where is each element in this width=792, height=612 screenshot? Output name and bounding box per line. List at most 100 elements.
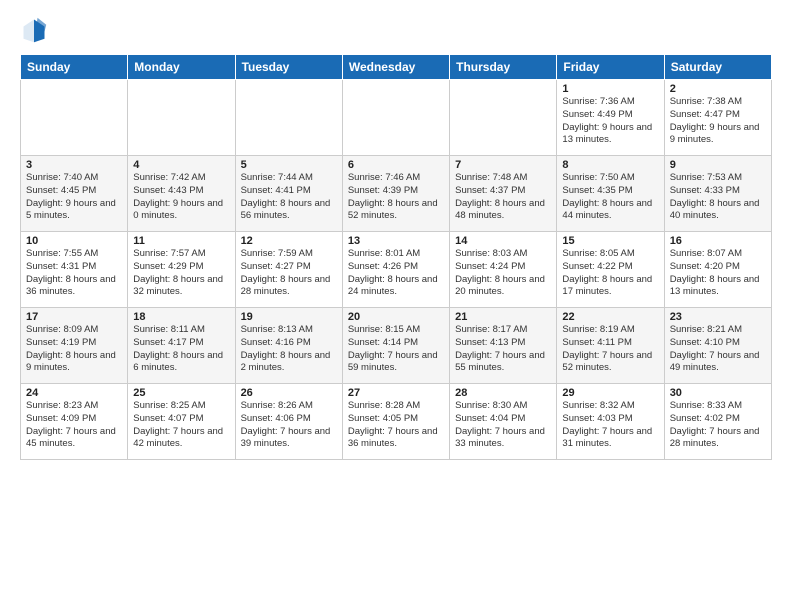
day-number: 9 [670, 159, 766, 171]
calendar-cell: 7Sunrise: 7:48 AM Sunset: 4:37 PM Daylig… [450, 156, 557, 232]
day-number: 12 [241, 235, 337, 247]
day-info: Sunrise: 7:57 AM Sunset: 4:29 PM Dayligh… [133, 248, 229, 299]
day-number: 25 [133, 387, 229, 399]
day-number: 19 [241, 311, 337, 323]
calendar-cell: 28Sunrise: 8:30 AM Sunset: 4:04 PM Dayli… [450, 384, 557, 460]
weekday-header-tuesday: Tuesday [235, 55, 342, 80]
calendar-cell: 18Sunrise: 8:11 AM Sunset: 4:17 PM Dayli… [128, 308, 235, 384]
day-info: Sunrise: 7:42 AM Sunset: 4:43 PM Dayligh… [133, 172, 229, 223]
calendar-cell: 5Sunrise: 7:44 AM Sunset: 4:41 PM Daylig… [235, 156, 342, 232]
calendar-cell [235, 80, 342, 156]
day-info: Sunrise: 8:19 AM Sunset: 4:11 PM Dayligh… [562, 324, 658, 375]
calendar-cell [450, 80, 557, 156]
day-info: Sunrise: 7:59 AM Sunset: 4:27 PM Dayligh… [241, 248, 337, 299]
day-number: 14 [455, 235, 551, 247]
calendar-cell: 10Sunrise: 7:55 AM Sunset: 4:31 PM Dayli… [21, 232, 128, 308]
weekday-header-thursday: Thursday [450, 55, 557, 80]
day-info: Sunrise: 8:17 AM Sunset: 4:13 PM Dayligh… [455, 324, 551, 375]
day-number: 13 [348, 235, 444, 247]
calendar-cell: 30Sunrise: 8:33 AM Sunset: 4:02 PM Dayli… [664, 384, 771, 460]
calendar-cell: 6Sunrise: 7:46 AM Sunset: 4:39 PM Daylig… [342, 156, 449, 232]
page: SundayMondayTuesdayWednesdayThursdayFrid… [0, 0, 792, 612]
calendar-cell [21, 80, 128, 156]
week-row-4: 17Sunrise: 8:09 AM Sunset: 4:19 PM Dayli… [21, 308, 772, 384]
calendar-cell: 8Sunrise: 7:50 AM Sunset: 4:35 PM Daylig… [557, 156, 664, 232]
week-row-1: 1Sunrise: 7:36 AM Sunset: 4:49 PM Daylig… [21, 80, 772, 156]
calendar-cell: 9Sunrise: 7:53 AM Sunset: 4:33 PM Daylig… [664, 156, 771, 232]
calendar-cell: 2Sunrise: 7:38 AM Sunset: 4:47 PM Daylig… [664, 80, 771, 156]
day-info: Sunrise: 8:30 AM Sunset: 4:04 PM Dayligh… [455, 400, 551, 451]
calendar-cell: 3Sunrise: 7:40 AM Sunset: 4:45 PM Daylig… [21, 156, 128, 232]
calendar-cell: 21Sunrise: 8:17 AM Sunset: 4:13 PM Dayli… [450, 308, 557, 384]
day-info: Sunrise: 8:13 AM Sunset: 4:16 PM Dayligh… [241, 324, 337, 375]
day-info: Sunrise: 7:36 AM Sunset: 4:49 PM Dayligh… [562, 96, 658, 147]
week-row-2: 3Sunrise: 7:40 AM Sunset: 4:45 PM Daylig… [21, 156, 772, 232]
day-number: 8 [562, 159, 658, 171]
day-number: 21 [455, 311, 551, 323]
day-number: 27 [348, 387, 444, 399]
weekday-header-wednesday: Wednesday [342, 55, 449, 80]
day-info: Sunrise: 7:46 AM Sunset: 4:39 PM Dayligh… [348, 172, 444, 223]
calendar-cell: 13Sunrise: 8:01 AM Sunset: 4:26 PM Dayli… [342, 232, 449, 308]
day-number: 18 [133, 311, 229, 323]
calendar-cell: 27Sunrise: 8:28 AM Sunset: 4:05 PM Dayli… [342, 384, 449, 460]
day-info: Sunrise: 8:05 AM Sunset: 4:22 PM Dayligh… [562, 248, 658, 299]
day-info: Sunrise: 8:11 AM Sunset: 4:17 PM Dayligh… [133, 324, 229, 375]
day-number: 24 [26, 387, 122, 399]
calendar-cell [128, 80, 235, 156]
day-info: Sunrise: 8:03 AM Sunset: 4:24 PM Dayligh… [455, 248, 551, 299]
day-info: Sunrise: 7:38 AM Sunset: 4:47 PM Dayligh… [670, 96, 766, 147]
header [20, 16, 772, 44]
day-number: 17 [26, 311, 122, 323]
day-info: Sunrise: 7:40 AM Sunset: 4:45 PM Dayligh… [26, 172, 122, 223]
day-number: 20 [348, 311, 444, 323]
calendar-cell: 14Sunrise: 8:03 AM Sunset: 4:24 PM Dayli… [450, 232, 557, 308]
day-number: 11 [133, 235, 229, 247]
day-info: Sunrise: 7:50 AM Sunset: 4:35 PM Dayligh… [562, 172, 658, 223]
day-number: 30 [670, 387, 766, 399]
day-number: 29 [562, 387, 658, 399]
calendar-cell: 4Sunrise: 7:42 AM Sunset: 4:43 PM Daylig… [128, 156, 235, 232]
day-info: Sunrise: 8:07 AM Sunset: 4:20 PM Dayligh… [670, 248, 766, 299]
weekday-header-saturday: Saturday [664, 55, 771, 80]
calendar: SundayMondayTuesdayWednesdayThursdayFrid… [20, 54, 772, 460]
logo-icon [20, 16, 48, 44]
day-info: Sunrise: 8:23 AM Sunset: 4:09 PM Dayligh… [26, 400, 122, 451]
day-number: 26 [241, 387, 337, 399]
day-info: Sunrise: 8:01 AM Sunset: 4:26 PM Dayligh… [348, 248, 444, 299]
calendar-cell: 25Sunrise: 8:25 AM Sunset: 4:07 PM Dayli… [128, 384, 235, 460]
day-number: 28 [455, 387, 551, 399]
calendar-cell: 11Sunrise: 7:57 AM Sunset: 4:29 PM Dayli… [128, 232, 235, 308]
calendar-cell: 17Sunrise: 8:09 AM Sunset: 4:19 PM Dayli… [21, 308, 128, 384]
day-number: 4 [133, 159, 229, 171]
day-number: 22 [562, 311, 658, 323]
calendar-cell: 29Sunrise: 8:32 AM Sunset: 4:03 PM Dayli… [557, 384, 664, 460]
calendar-cell: 22Sunrise: 8:19 AM Sunset: 4:11 PM Dayli… [557, 308, 664, 384]
day-info: Sunrise: 8:25 AM Sunset: 4:07 PM Dayligh… [133, 400, 229, 451]
calendar-cell: 1Sunrise: 7:36 AM Sunset: 4:49 PM Daylig… [557, 80, 664, 156]
day-number: 3 [26, 159, 122, 171]
calendar-cell: 15Sunrise: 8:05 AM Sunset: 4:22 PM Dayli… [557, 232, 664, 308]
day-info: Sunrise: 8:33 AM Sunset: 4:02 PM Dayligh… [670, 400, 766, 451]
day-info: Sunrise: 7:55 AM Sunset: 4:31 PM Dayligh… [26, 248, 122, 299]
day-number: 15 [562, 235, 658, 247]
calendar-cell: 12Sunrise: 7:59 AM Sunset: 4:27 PM Dayli… [235, 232, 342, 308]
day-number: 5 [241, 159, 337, 171]
day-number: 10 [26, 235, 122, 247]
logo [20, 16, 52, 44]
day-info: Sunrise: 8:28 AM Sunset: 4:05 PM Dayligh… [348, 400, 444, 451]
weekday-header-row: SundayMondayTuesdayWednesdayThursdayFrid… [21, 55, 772, 80]
day-info: Sunrise: 8:09 AM Sunset: 4:19 PM Dayligh… [26, 324, 122, 375]
day-info: Sunrise: 7:53 AM Sunset: 4:33 PM Dayligh… [670, 172, 766, 223]
day-number: 2 [670, 83, 766, 95]
weekday-header-monday: Monday [128, 55, 235, 80]
calendar-cell: 19Sunrise: 8:13 AM Sunset: 4:16 PM Dayli… [235, 308, 342, 384]
day-info: Sunrise: 8:15 AM Sunset: 4:14 PM Dayligh… [348, 324, 444, 375]
calendar-cell: 26Sunrise: 8:26 AM Sunset: 4:06 PM Dayli… [235, 384, 342, 460]
calendar-cell: 20Sunrise: 8:15 AM Sunset: 4:14 PM Dayli… [342, 308, 449, 384]
calendar-cell: 24Sunrise: 8:23 AM Sunset: 4:09 PM Dayli… [21, 384, 128, 460]
weekday-header-sunday: Sunday [21, 55, 128, 80]
calendar-cell: 23Sunrise: 8:21 AM Sunset: 4:10 PM Dayli… [664, 308, 771, 384]
day-number: 23 [670, 311, 766, 323]
day-info: Sunrise: 7:48 AM Sunset: 4:37 PM Dayligh… [455, 172, 551, 223]
